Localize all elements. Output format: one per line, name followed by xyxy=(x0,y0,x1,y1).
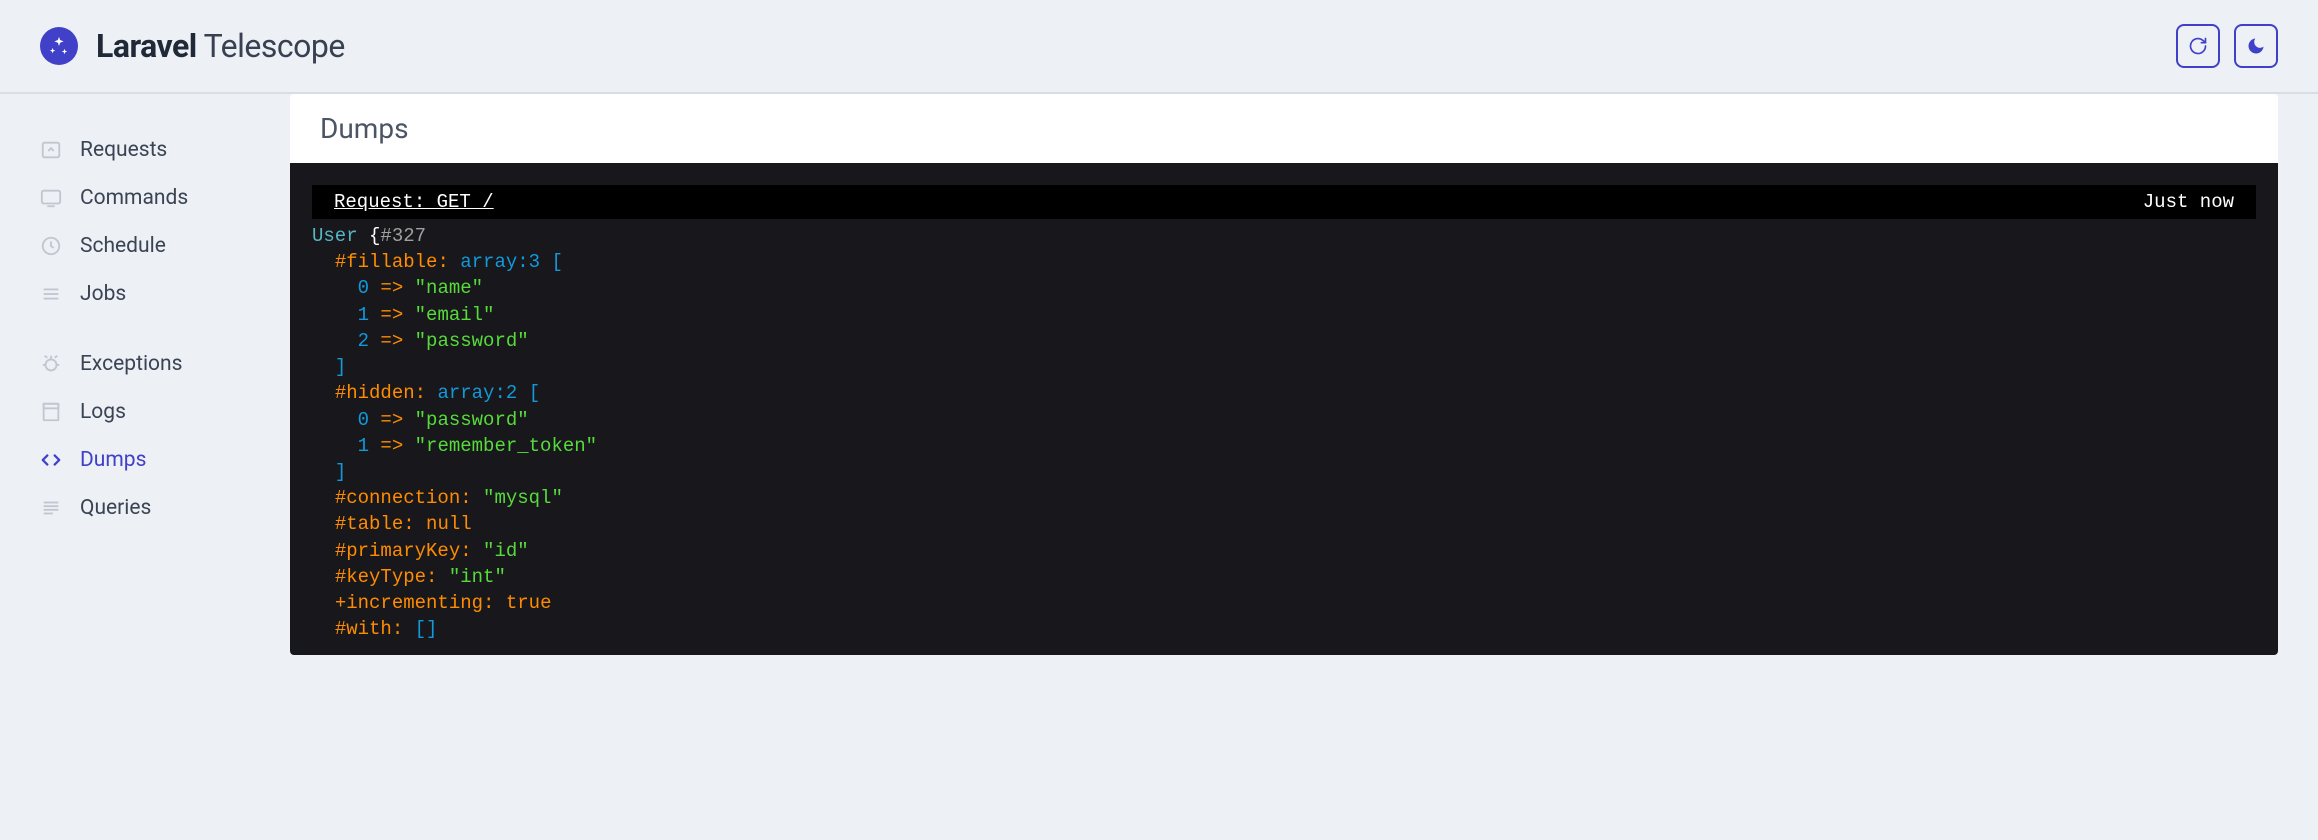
dump-header: Request: GET / Just now xyxy=(312,185,2256,219)
sidebar-nav: Requests Commands Schedule Jobs Excep xyxy=(0,94,290,655)
dump-output: User {#327 #fillable: array:3 [ 0 => "na… xyxy=(290,219,2278,655)
main-content: Dumps Request: GET / Just now User {#327… xyxy=(290,94,2318,655)
header-actions xyxy=(2176,24,2278,68)
sidebar-item-label: Commands xyxy=(80,186,188,210)
jobs-icon xyxy=(40,283,62,305)
sidebar-item-label: Schedule xyxy=(80,234,166,258)
dump-time: Just now xyxy=(2143,191,2234,213)
sidebar-item-exceptions[interactable]: Exceptions xyxy=(40,340,270,388)
moon-icon xyxy=(2246,36,2266,56)
sidebar-item-commands[interactable]: Commands xyxy=(40,174,270,222)
sidebar-item-requests[interactable]: Requests xyxy=(40,126,270,174)
schedule-icon xyxy=(40,235,62,257)
sidebar-item-schedule[interactable]: Schedule xyxy=(40,222,270,270)
sidebar-item-logs[interactable]: Logs xyxy=(40,388,270,436)
sidebar-divider xyxy=(40,318,270,340)
sidebar-item-label: Queries xyxy=(80,496,151,520)
sidebar-item-label: Logs xyxy=(80,400,126,424)
dump-panel: Request: GET / Just now User {#327 #fill… xyxy=(290,163,2278,655)
sidebar-item-label: Requests xyxy=(80,138,167,162)
brand-text: Laravel Telescope xyxy=(96,27,345,65)
sidebar-item-label: Jobs xyxy=(80,282,126,306)
dump-source-link[interactable]: Request: GET / xyxy=(334,191,494,213)
commands-icon xyxy=(40,187,62,209)
refresh-button[interactable] xyxy=(2176,24,2220,68)
brand: Laravel Telescope xyxy=(40,27,345,65)
logs-icon xyxy=(40,401,62,423)
dark-mode-button[interactable] xyxy=(2234,24,2278,68)
sidebar-item-queries[interactable]: Queries xyxy=(40,484,270,532)
queries-icon xyxy=(40,497,62,519)
brand-name-light: Telescope xyxy=(204,27,345,65)
requests-icon xyxy=(40,139,62,161)
sidebar-item-label: Exceptions xyxy=(80,352,182,376)
exceptions-icon xyxy=(40,353,62,375)
sidebar-item-dumps[interactable]: Dumps xyxy=(40,436,270,484)
brand-name-strong: Laravel xyxy=(96,27,197,65)
sidebar-item-jobs[interactable]: Jobs xyxy=(40,270,270,318)
panel-title: Dumps xyxy=(290,94,2278,163)
sidebar-item-label: Dumps xyxy=(80,448,146,472)
dumps-icon xyxy=(40,449,62,471)
app-header: Laravel Telescope xyxy=(0,0,2318,94)
refresh-icon xyxy=(2188,36,2208,56)
telescope-logo-icon xyxy=(40,27,78,65)
